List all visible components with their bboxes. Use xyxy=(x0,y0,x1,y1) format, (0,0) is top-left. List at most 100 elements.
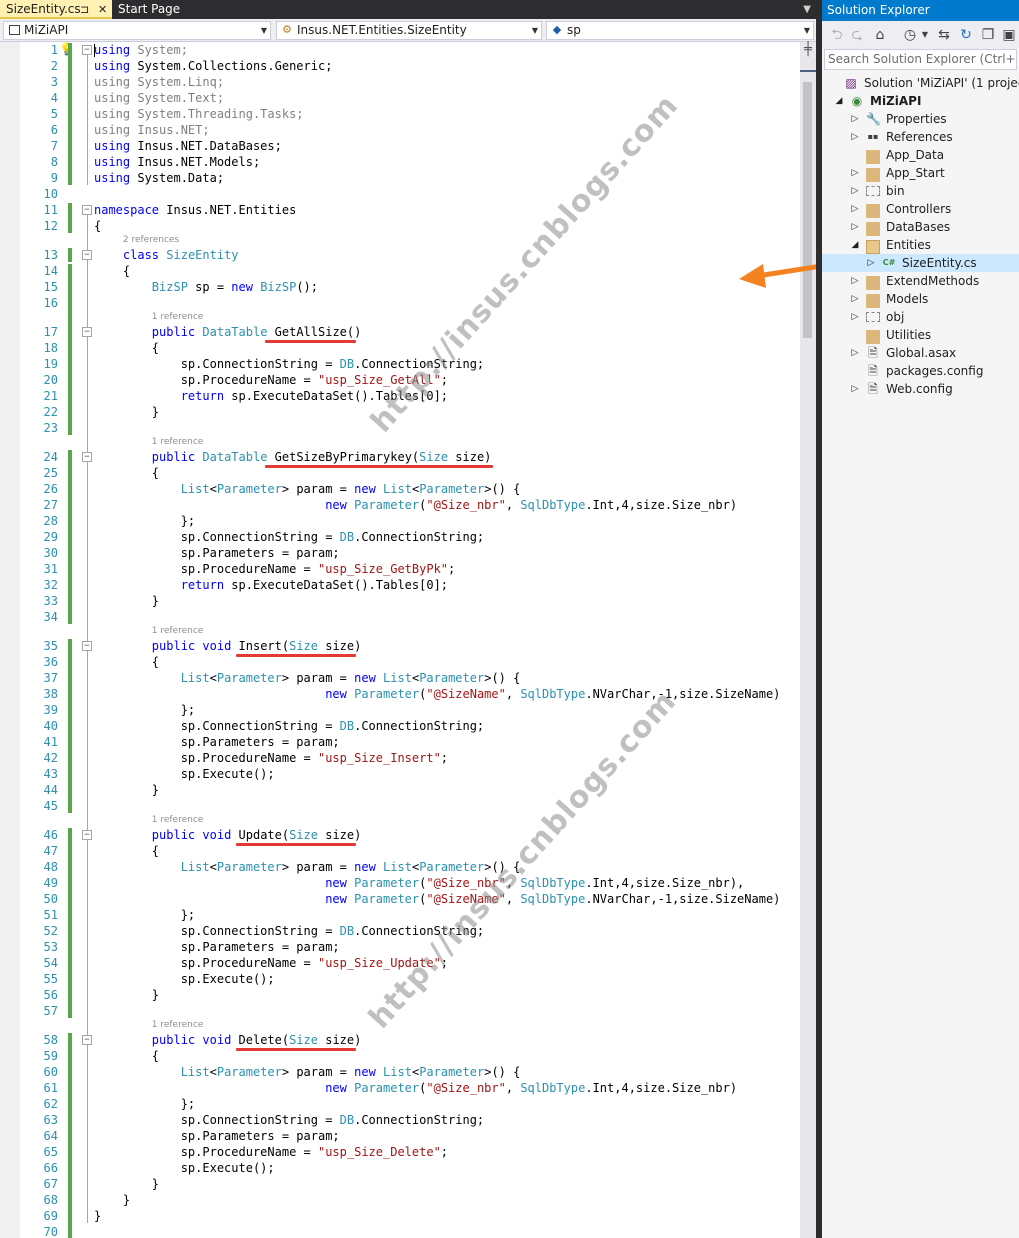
code-line[interactable]: sp.Parameters = param; xyxy=(94,940,340,954)
tree-item-packages-config[interactable]: 🗎 packages.config xyxy=(822,362,1019,380)
code-line[interactable]: sp.Execute(); xyxy=(94,767,275,781)
collapsed-arrow-icon[interactable]: ▷ xyxy=(850,272,860,290)
collapsed-arrow-icon[interactable]: ▷ xyxy=(850,290,860,308)
code-line[interactable]: sp.ProcedureName = "usp_Size_Insert"; xyxy=(94,751,448,765)
collapse-region-icon[interactable]: − xyxy=(82,205,92,215)
code-line[interactable]: } xyxy=(94,988,159,1002)
tab-overflow-dropdown-icon[interactable]: ▼ xyxy=(803,0,811,19)
code-line[interactable]: sp.Parameters = param; xyxy=(94,546,340,560)
code-line[interactable]: sp.Parameters = param; xyxy=(94,735,340,749)
code-line[interactable]: sp.ConnectionString = DB.ConnectionStrin… xyxy=(94,924,484,938)
code-line[interactable]: sp.Execute(); xyxy=(94,972,275,986)
tree-item-global-asax[interactable]: ▷ 🗎 Global.asax xyxy=(822,344,1019,362)
back-icon[interactable]: ⮌ xyxy=(828,26,846,44)
code-line[interactable]: new Parameter("@Size_nbr", SqlDbType.Int… xyxy=(94,1081,737,1095)
close-icon[interactable]: ✕ xyxy=(98,0,107,19)
code-line[interactable]: new Parameter("@SizeName", SqlDbType.NVa… xyxy=(94,687,780,701)
code-line[interactable]: public void Insert(Size size) xyxy=(94,639,362,653)
codelens-references[interactable]: 1 reference xyxy=(152,815,204,825)
scrollbar-thumb[interactable] xyxy=(803,82,812,338)
forward-icon[interactable]: ⮎ xyxy=(848,26,866,44)
code-line[interactable]: using Insus.NET.DataBases; xyxy=(94,139,282,153)
collapsed-arrow-icon[interactable]: ▷ xyxy=(850,182,860,200)
code-line[interactable]: using System.Collections.Generic; xyxy=(94,59,332,73)
code-line[interactable]: sp.ProcedureName = "usp_Size_Update"; xyxy=(94,956,448,970)
code-line[interactable]: sp.ProcedureName = "usp_Size_GetByPk"; xyxy=(94,562,456,576)
tree-item-models[interactable]: ▷ Models xyxy=(822,290,1019,308)
codelens-references[interactable]: 1 reference xyxy=(152,1020,204,1030)
refresh-icon[interactable]: ↻ xyxy=(957,26,975,44)
collapsed-arrow-icon[interactable]: ▷ xyxy=(850,128,860,146)
code-line[interactable]: new Parameter("@SizeName", SqlDbType.NVa… xyxy=(94,892,780,906)
code-line[interactable]: List<Parameter> param = new List<Paramet… xyxy=(94,671,521,685)
code-line[interactable]: return sp.ExecuteDataSet().Tables[0]; xyxy=(94,578,448,592)
collapsed-arrow-icon[interactable]: ▷ xyxy=(850,200,860,218)
tree-item-app-data[interactable]: App_Data xyxy=(822,146,1019,164)
sync-icon[interactable]: ⇆ xyxy=(935,26,953,44)
code-line[interactable]: sp.ProcedureName = "usp_Size_GetAll"; xyxy=(94,373,448,387)
code-line[interactable]: new Parameter("@Size_nbr", SqlDbType.Int… xyxy=(94,498,737,512)
code-line[interactable]: }; xyxy=(94,703,195,717)
code-line[interactable]: using System.Threading.Tasks; xyxy=(94,107,304,121)
pin-icon[interactable]: ⊐ xyxy=(80,0,89,19)
codelens-references[interactable]: 2 references xyxy=(123,235,179,245)
collapse-region-icon[interactable]: − xyxy=(82,45,92,55)
code-line[interactable]: sp.Execute(); xyxy=(94,1161,275,1175)
collapsed-arrow-icon[interactable]: ▷ xyxy=(850,110,860,128)
chevron-down-icon[interactable]: ▼ xyxy=(916,26,934,44)
code-line[interactable]: } xyxy=(94,1209,101,1223)
tree-item-controllers[interactable]: ▷ Controllers xyxy=(822,200,1019,218)
code-line[interactable]: using System.Linq; xyxy=(94,75,224,89)
collapsed-arrow-icon[interactable]: ▷ xyxy=(850,380,860,398)
code-line[interactable]: return sp.ExecuteDataSet().Tables[0]; xyxy=(94,389,448,403)
code-line[interactable]: public void Delete(Size size) xyxy=(94,1033,362,1047)
code-line[interactable]: } xyxy=(94,783,159,797)
code-line[interactable]: using Insus.NET; xyxy=(94,123,210,137)
tree-item-web-config[interactable]: ▷ 🗎 Web.config xyxy=(822,380,1019,398)
collapsed-arrow-icon[interactable]: ▷ xyxy=(850,218,860,236)
code-line[interactable]: sp.ConnectionString = DB.ConnectionStrin… xyxy=(94,1113,484,1127)
code-line[interactable]: sp.ConnectionString = DB.ConnectionStrin… xyxy=(94,357,484,371)
code-line[interactable]: public void Update(Size size) xyxy=(94,828,362,842)
collapsed-arrow-icon[interactable]: ▷ xyxy=(866,254,876,272)
tree-item-miziapi[interactable]: ◢ ◉ MiZiAPI xyxy=(822,92,1019,110)
home-icon[interactable]: ⌂ xyxy=(871,26,889,44)
code-line[interactable]: public DataTable GetSizeByPrimarykey(Siz… xyxy=(94,450,492,464)
code-line[interactable]: sp.ConnectionString = DB.ConnectionStrin… xyxy=(94,719,484,733)
project-dropdown[interactable]: MiZiAPI ▼ xyxy=(3,21,271,40)
collapsed-arrow-icon[interactable]: ▷ xyxy=(850,344,860,362)
code-line[interactable]: BizSP sp = new BizSP(); xyxy=(94,280,318,294)
collapsed-arrow-icon[interactable]: ▷ xyxy=(850,164,860,182)
expanded-arrow-icon[interactable]: ◢ xyxy=(850,236,860,254)
code-line[interactable]: using Insus.NET.Models; xyxy=(94,155,260,169)
expanded-arrow-icon[interactable]: ◢ xyxy=(834,92,844,110)
code-line[interactable]: sp.ProcedureName = "usp_Size_Delete"; xyxy=(94,1145,448,1159)
collapse-region-icon[interactable]: − xyxy=(82,250,92,260)
collapse-region-icon[interactable]: − xyxy=(82,641,92,651)
tree-item-extendmethods[interactable]: ▷ ExtendMethods xyxy=(822,272,1019,290)
code-line[interactable]: List<Parameter> param = new List<Paramet… xyxy=(94,1065,521,1079)
code-line[interactable]: { xyxy=(94,466,159,480)
code-line[interactable]: using System.Text; xyxy=(94,91,224,105)
tree-item-entities[interactable]: ◢ Entities xyxy=(822,236,1019,254)
code-line[interactable]: }; xyxy=(94,514,195,528)
collapse-region-icon[interactable]: − xyxy=(82,327,92,337)
code-line[interactable]: } xyxy=(94,1177,159,1191)
code-line[interactable]: namespace Insus.NET.Entities xyxy=(94,203,296,217)
tree-item-references[interactable]: ▷ ▪▪ References xyxy=(822,128,1019,146)
code-line[interactable]: List<Parameter> param = new List<Paramet… xyxy=(94,482,521,496)
codelens-references[interactable]: 1 reference xyxy=(152,626,204,636)
type-dropdown[interactable]: ⚙ Insus.NET.Entities.SizeEntity ▼ xyxy=(276,21,542,40)
code-line[interactable]: sp.Parameters = param; xyxy=(94,1129,340,1143)
code-line[interactable]: { xyxy=(94,264,130,278)
code-line[interactable]: using System.Data; xyxy=(94,171,224,185)
code-line[interactable]: class SizeEntity xyxy=(94,248,239,262)
code-line[interactable]: { xyxy=(94,1049,159,1063)
collapse-region-icon[interactable]: − xyxy=(82,830,92,840)
tree-item-obj[interactable]: ▷ obj xyxy=(822,308,1019,326)
solution-explorer-title[interactable]: Solution Explorer xyxy=(822,0,1019,21)
code-text-area[interactable]: using System; using System.Collections.Ge… xyxy=(94,42,800,1238)
show-all-files-icon[interactable]: ▣ xyxy=(1000,26,1018,44)
codelens-references[interactable]: 1 reference xyxy=(152,312,204,322)
tree-item-utilities[interactable]: Utilities xyxy=(822,326,1019,344)
